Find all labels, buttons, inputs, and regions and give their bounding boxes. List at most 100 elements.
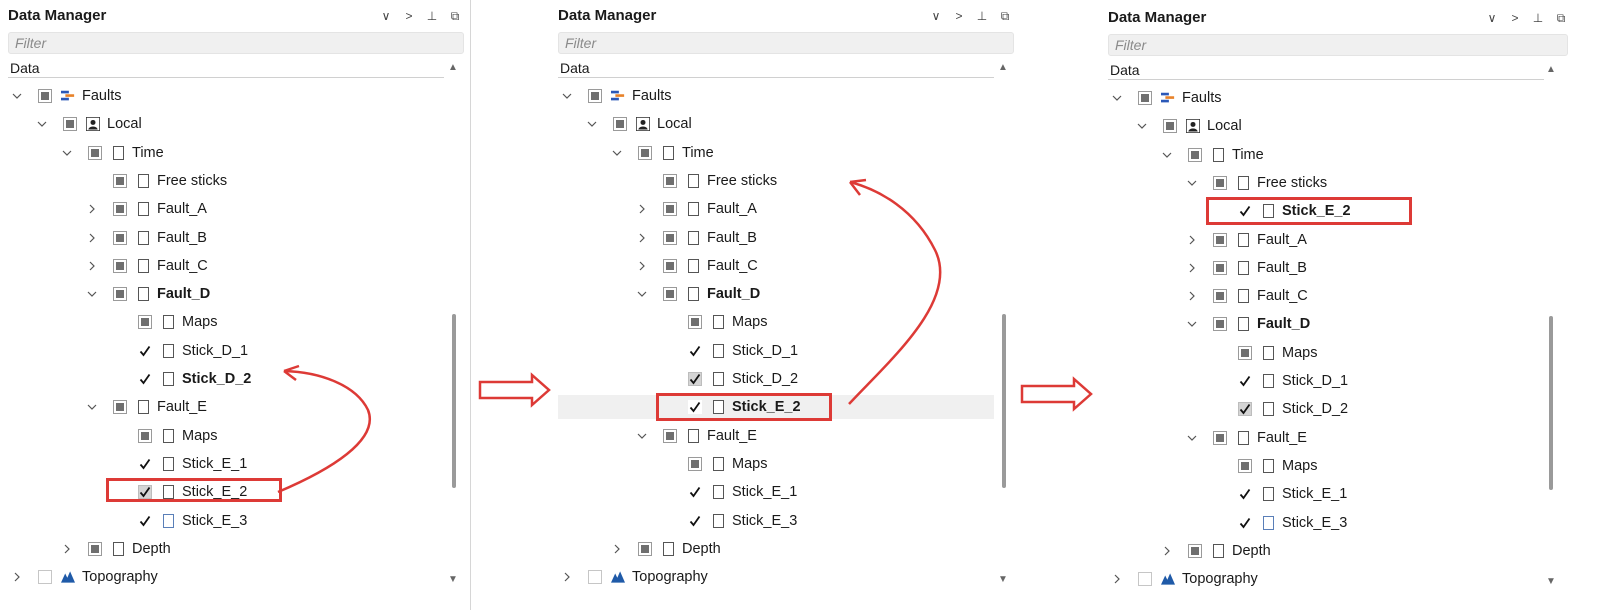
tree-row[interactable]: Fault_C bbox=[635, 254, 758, 278]
chevron-down-icon[interactable] bbox=[1185, 312, 1199, 336]
filter-field[interactable] bbox=[8, 32, 464, 54]
partial-checkbox[interactable] bbox=[1188, 147, 1202, 162]
chevron-right-icon[interactable] bbox=[610, 537, 624, 561]
column-header-data[interactable]: Data bbox=[558, 58, 994, 78]
tree-row[interactable]: Fault_E bbox=[85, 395, 207, 419]
partial-checkbox[interactable] bbox=[1213, 232, 1227, 247]
partial-checkbox[interactable] bbox=[88, 145, 102, 160]
scrollbar-thumb[interactable] bbox=[1549, 316, 1553, 490]
chevron-down-icon[interactable] bbox=[610, 141, 624, 165]
chevron-right-icon[interactable] bbox=[635, 254, 649, 278]
chevron-down-icon[interactable] bbox=[10, 84, 24, 108]
tree-row[interactable]: Fault_A bbox=[85, 197, 207, 221]
partial-checkbox[interactable] bbox=[613, 117, 627, 132]
chevron-down-icon[interactable] bbox=[585, 112, 599, 136]
tree-row[interactable]: Depth bbox=[60, 537, 171, 561]
tree-row[interactable]: Depth bbox=[1160, 539, 1271, 563]
partial-checkbox[interactable] bbox=[88, 541, 102, 556]
tree-row[interactable]: Fault_A bbox=[1185, 228, 1307, 252]
partial-checkbox[interactable] bbox=[688, 456, 702, 471]
tree-row[interactable]: Topography bbox=[1110, 567, 1258, 591]
chevron-right-icon[interactable] bbox=[85, 197, 99, 221]
partial-checkbox[interactable] bbox=[663, 287, 677, 302]
checked-checkbox-inactive[interactable] bbox=[688, 372, 702, 386]
chevron-right-icon[interactable]: > bbox=[952, 8, 966, 24]
partial-checkbox[interactable] bbox=[663, 202, 677, 217]
tree-row[interactable]: Faults bbox=[1110, 86, 1222, 110]
chevron-down-icon[interactable]: ∨ bbox=[1485, 10, 1499, 26]
tree-row[interactable]: Depth bbox=[610, 537, 721, 561]
tree-row[interactable]: Fault_B bbox=[635, 226, 757, 250]
tree-row[interactable]: Stick_D_2 bbox=[110, 367, 251, 391]
tree-row[interactable]: Fault_B bbox=[85, 226, 207, 250]
chevron-right-icon[interactable] bbox=[1160, 539, 1174, 563]
scrollbar-thumb[interactable] bbox=[1002, 314, 1006, 488]
tree-row[interactable]: Fault_E bbox=[1185, 426, 1307, 450]
chevron-down-icon[interactable] bbox=[635, 424, 649, 448]
checked-checkbox[interactable] bbox=[1238, 374, 1252, 388]
chevron-down-icon[interactable] bbox=[85, 282, 99, 306]
chevron-right-icon[interactable] bbox=[635, 226, 649, 250]
chevron-right-icon[interactable]: > bbox=[1508, 10, 1522, 26]
partial-checkbox[interactable] bbox=[638, 541, 652, 556]
filter-field[interactable] bbox=[558, 32, 1014, 54]
tree-row[interactable]: Fault_C bbox=[85, 254, 208, 278]
chevron-right-icon[interactable] bbox=[1185, 228, 1199, 252]
pin-icon[interactable]: ⊥ bbox=[425, 8, 439, 24]
tree-row[interactable]: Stick_D_1 bbox=[110, 339, 248, 363]
chevron-down-icon[interactable] bbox=[1185, 171, 1199, 195]
scrollbar-thumb[interactable] bbox=[452, 314, 456, 488]
partial-checkbox[interactable] bbox=[588, 89, 602, 103]
partial-checkbox[interactable] bbox=[113, 400, 127, 415]
pin-icon[interactable]: ⊥ bbox=[975, 8, 989, 24]
checked-checkbox[interactable] bbox=[138, 456, 152, 471]
filter-input[interactable] bbox=[9, 33, 463, 53]
partial-checkbox[interactable] bbox=[1213, 260, 1227, 275]
scroll-down-arrow[interactable]: ▼ bbox=[448, 574, 458, 585]
partial-checkbox[interactable] bbox=[663, 230, 677, 245]
column-header-data[interactable]: Data bbox=[1108, 60, 1544, 80]
partial-checkbox[interactable] bbox=[663, 428, 677, 443]
tree-row[interactable]: Time bbox=[610, 141, 714, 165]
tree-row[interactable]: Faults bbox=[10, 84, 122, 108]
scroll-down-arrow[interactable]: ▼ bbox=[1546, 576, 1556, 587]
chevron-right-icon[interactable] bbox=[560, 565, 574, 589]
partial-checkbox[interactable] bbox=[113, 230, 127, 245]
tree-row[interactable]: Stick_D_2 bbox=[1210, 397, 1348, 421]
filter-field[interactable] bbox=[1108, 34, 1568, 56]
pin-icon[interactable]: ⊥ bbox=[1531, 10, 1545, 26]
tree-row[interactable]: Topography bbox=[10, 565, 158, 589]
tree-row[interactable]: Maps bbox=[1210, 341, 1317, 365]
partial-checkbox[interactable] bbox=[1213, 289, 1227, 304]
scroll-up-arrow[interactable]: ▲ bbox=[448, 62, 458, 73]
chevron-right-icon[interactable]: > bbox=[402, 8, 416, 24]
tree-row[interactable]: Stick_E_1 bbox=[110, 452, 247, 476]
empty-checkbox[interactable] bbox=[38, 570, 52, 585]
partial-checkbox[interactable] bbox=[113, 202, 127, 217]
chevron-down-icon[interactable] bbox=[1185, 426, 1199, 450]
scroll-up-arrow[interactable]: ▲ bbox=[1546, 64, 1556, 75]
tree-row[interactable]: Free sticks bbox=[635, 169, 777, 193]
chevron-down-icon[interactable] bbox=[60, 141, 74, 165]
partial-checkbox[interactable] bbox=[1213, 317, 1227, 332]
partial-checkbox[interactable] bbox=[663, 173, 677, 188]
scroll-up-arrow[interactable]: ▲ bbox=[998, 62, 1008, 73]
float-window-icon[interactable]: ⧉ bbox=[1554, 10, 1568, 26]
tree-row[interactable]: Maps bbox=[660, 310, 767, 334]
tree-row[interactable]: Time bbox=[1160, 143, 1264, 167]
checked-checkbox[interactable] bbox=[688, 485, 702, 500]
chevron-down-icon[interactable]: ∨ bbox=[379, 8, 393, 24]
tree-row[interactable]: Maps bbox=[660, 452, 767, 476]
chevron-down-icon[interactable] bbox=[560, 84, 574, 108]
tree-row[interactable]: Local bbox=[35, 112, 142, 136]
tree-row[interactable]: Stick_E_1 bbox=[660, 480, 797, 504]
tree-row[interactable]: Time bbox=[60, 141, 164, 165]
float-window-icon[interactable]: ⧉ bbox=[998, 8, 1012, 24]
checked-checkbox-inactive[interactable] bbox=[1238, 402, 1252, 417]
chevron-down-icon[interactable] bbox=[85, 395, 99, 419]
checked-checkbox[interactable] bbox=[688, 513, 702, 528]
tree-row[interactable]: Maps bbox=[1210, 454, 1317, 478]
filter-input[interactable] bbox=[1109, 35, 1567, 55]
chevron-right-icon[interactable] bbox=[60, 537, 74, 561]
chevron-down-icon[interactable] bbox=[1110, 86, 1124, 110]
